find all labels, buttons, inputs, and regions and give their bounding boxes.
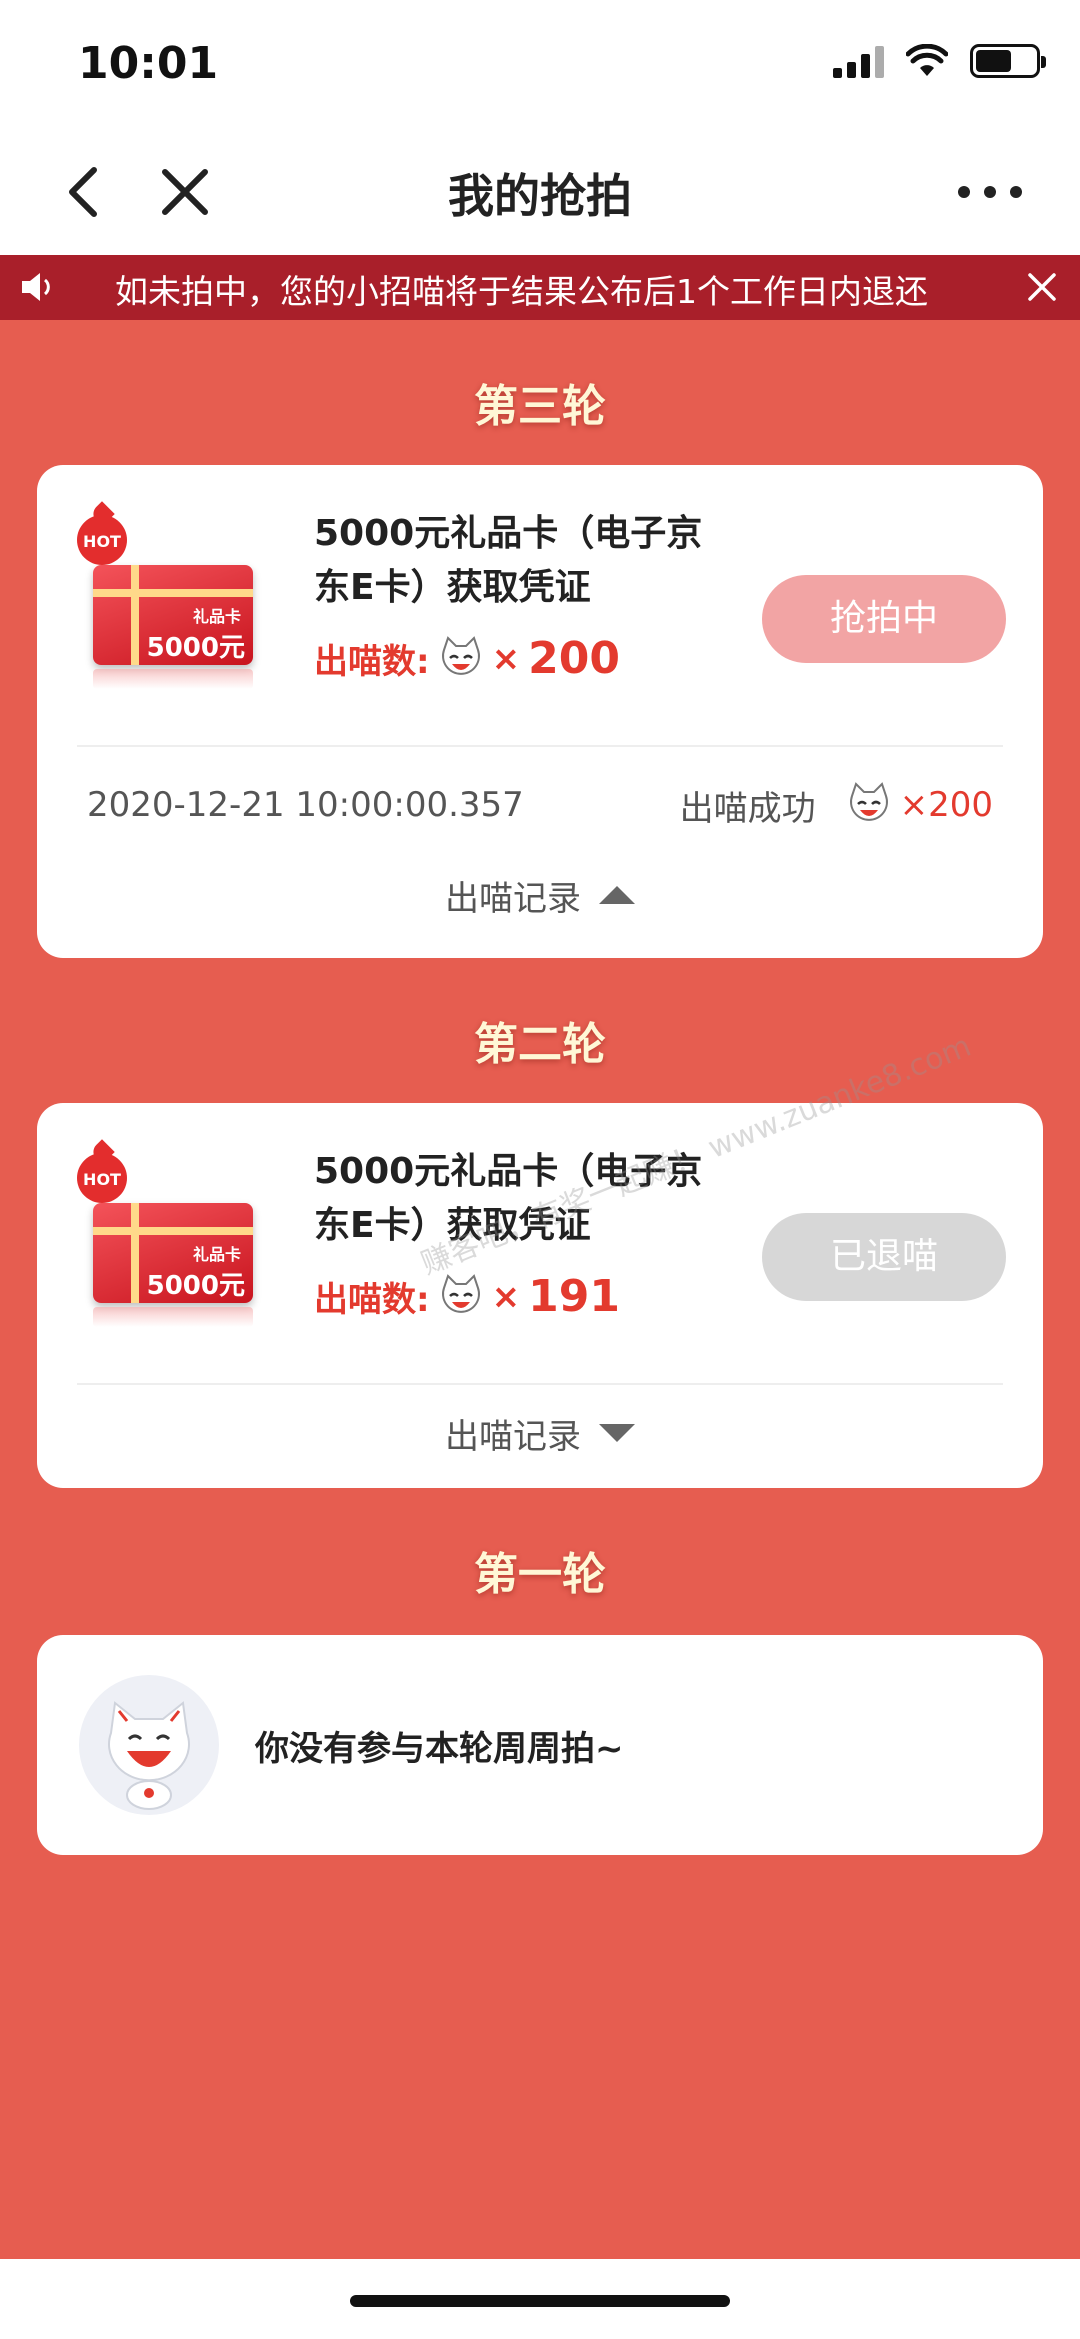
bid-count: 出喵数: × 191	[314, 1271, 620, 1322]
count-multiplier: ×	[491, 638, 521, 679]
battery-icon	[970, 44, 1046, 78]
gift-card-label: 礼品卡	[192, 607, 241, 626]
home-indicator[interactable]	[350, 2295, 730, 2307]
status-icons	[833, 44, 1046, 78]
round-title: 第一轮	[474, 1549, 606, 1600]
wifi-icon	[906, 44, 948, 76]
nav-bar: 我的抢拍	[0, 130, 1080, 255]
bid-count-label: 出喵数:	[314, 1280, 430, 1320]
gift-card-image: 礼品卡 5000元 HOT	[77, 1153, 307, 1327]
bid-count-value: 191	[528, 1271, 620, 1322]
cat-coin-icon	[849, 782, 888, 821]
bid-record-toggle[interactable]: 出喵记录	[37, 1398, 1043, 1468]
gift-card-amount: 5000元	[146, 633, 245, 663]
cat-coin-icon	[441, 635, 480, 675]
refunded-status-button[interactable]: 已退喵	[762, 1213, 1006, 1301]
gift-card-label: 礼品卡	[192, 1245, 241, 1264]
notice-text: 如未拍中，您的小招喵将于结果公布后1个工作日内退还	[115, 272, 928, 311]
notice-close-icon[interactable]	[1020, 265, 1064, 309]
bidding-status-button[interactable]: 抢拍中	[762, 575, 1006, 663]
auction-card: 礼品卡 5000元 HOT 5000元礼品卡（电子京东E卡）获取凭证 出喵数: …	[37, 1103, 1043, 1488]
divider	[77, 745, 1003, 747]
bid-record-toggle-label: 出喵记录	[445, 1416, 581, 1457]
bid-count-value: 200	[528, 633, 620, 684]
cellular-signal-icon	[833, 44, 884, 78]
status-bar: 10:01	[0, 0, 1080, 130]
divider	[77, 1383, 1003, 1385]
cat-mascot-icon	[79, 1675, 219, 1815]
gift-card-graphic: 礼品卡 5000元	[93, 565, 253, 665]
notice-bar: 如未拍中，您的小招喵将于结果公布后1个工作日内退还	[0, 255, 1080, 320]
speaker-icon	[22, 273, 50, 301]
arrow-down-icon	[599, 1424, 635, 1442]
item-title: 5000元礼品卡（电子京东E卡）获取凭证	[314, 513, 703, 608]
record-time: 2020-12-21 10:00:00.357	[87, 785, 524, 825]
record-result-text: 出喵成功	[679, 788, 816, 829]
bid-count: 出喵数: × 200	[314, 633, 620, 684]
round-title: 第三轮	[474, 381, 606, 432]
home-area	[0, 2259, 1080, 2339]
status-time: 10:01	[78, 38, 219, 89]
bid-record-toggle-label: 出喵记录	[445, 878, 581, 919]
page-title: 我的抢拍	[448, 169, 632, 223]
empty-round-card: 你没有参与本轮周周拍~	[37, 1635, 1043, 1855]
gift-card-amount: 5000元	[146, 1271, 245, 1301]
hot-badge: HOT	[77, 1153, 127, 1203]
bid-record-toggle[interactable]: 出喵记录	[37, 865, 1043, 925]
empty-round-message: 你没有参与本轮周周拍~	[255, 1729, 624, 1769]
gift-card-image: 礼品卡 5000元 HOT	[77, 515, 307, 689]
bid-count-label: 出喵数:	[314, 642, 430, 682]
main-content: 第三轮 礼品卡 5000元 HOT 5000元礼品卡（电子京东E卡）获取凭证 出…	[0, 320, 1080, 2259]
record-result: 出喵成功 ×200	[680, 781, 993, 830]
count-multiplier: ×	[491, 1276, 521, 1317]
record-amount: ×200	[899, 785, 993, 825]
cat-coin-icon	[441, 1273, 480, 1313]
hot-badge: HOT	[77, 515, 127, 565]
gift-card-graphic: 礼品卡 5000元	[93, 1203, 253, 1303]
arrow-up-icon	[599, 886, 635, 904]
more-icon[interactable]	[950, 152, 1030, 232]
bid-record-row: 2020-12-21 10:00:00.357 出喵成功 ×200	[37, 765, 1043, 845]
auction-card: 礼品卡 5000元 HOT 5000元礼品卡（电子京东E卡）获取凭证 出喵数: …	[37, 465, 1043, 958]
